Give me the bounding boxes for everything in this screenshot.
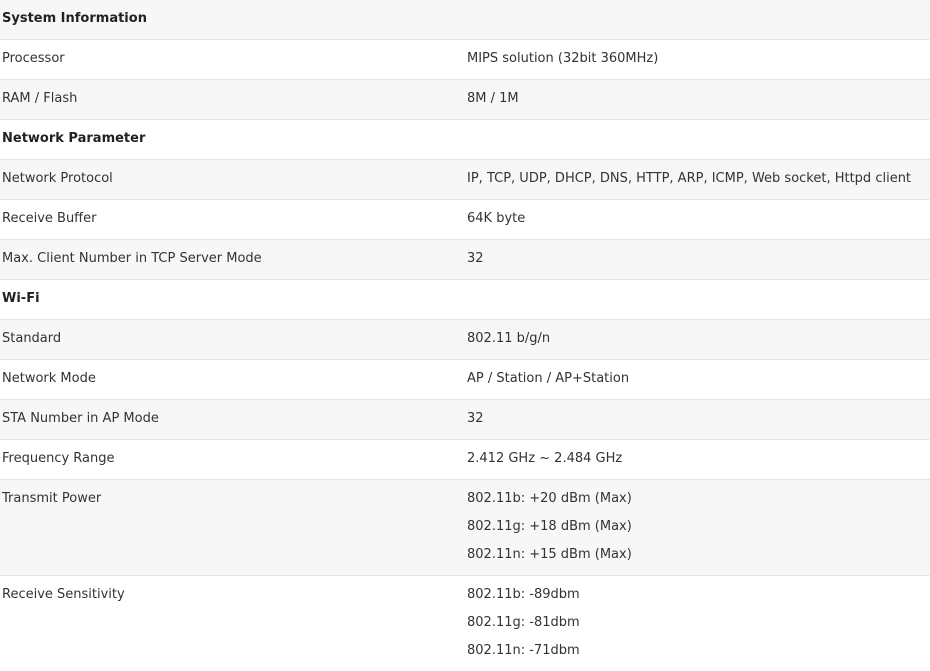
spec-value-line: 64K byte [467,205,930,233]
section-title: Network Parameter [0,120,930,160]
section-header-row: Network Parameter [0,120,930,160]
spec-row: Network ProtocolIP, TCP, UDP, DHCP, DNS,… [0,160,930,200]
spec-value-line: 802.11b: -89dbm [467,581,930,609]
spec-row: Max. Client Number in TCP Server Mode32 [0,240,930,280]
spec-value: 802.11b: +20 dBm (Max)802.11g: +18 dBm (… [465,480,930,576]
spec-value: 2.412 GHz ~ 2.484 GHz [465,440,930,480]
spec-row: Receive Sensitivity802.11b: -89dbm802.11… [0,576,930,671]
spec-value-line: 32 [467,405,930,433]
spec-label: Frequency Range [0,440,465,480]
spec-value-line: 802.11 b/g/n [467,325,930,353]
spec-value-line: AP / Station / AP+Station [467,365,930,393]
spec-label: Transmit Power [0,480,465,576]
spec-value-line: 802.11b: +20 dBm (Max) [467,485,930,513]
spec-row: Network ModeAP / Station / AP+Station [0,360,930,400]
spec-label: Standard [0,320,465,360]
spec-value-line: 8M / 1M [467,85,930,113]
spec-value-line: 802.11n: -71dbm [467,637,930,665]
spec-value: 802.11 b/g/n [465,320,930,360]
section-title: System Information [0,0,930,40]
section-header-row: Wi-Fi [0,280,930,320]
spec-row: ProcessorMIPS solution (32bit 360MHz) [0,40,930,80]
spec-label: RAM / Flash [0,80,465,120]
spec-label: Receive Sensitivity [0,576,465,671]
spec-value: AP / Station / AP+Station [465,360,930,400]
spec-value-line: 802.11g: +18 dBm (Max) [467,513,930,541]
spec-label: Network Protocol [0,160,465,200]
spec-value: MIPS solution (32bit 360MHz) [465,40,930,80]
spec-value-line: 2.412 GHz ~ 2.484 GHz [467,445,930,473]
spec-value-line: 802.11n: +15 dBm (Max) [467,541,930,569]
spec-value: 64K byte [465,200,930,240]
section-title: Wi-Fi [0,280,930,320]
spec-row: Frequency Range2.412 GHz ~ 2.484 GHz [0,440,930,480]
spec-label: STA Number in AP Mode [0,400,465,440]
spec-value-line: MIPS solution (32bit 360MHz) [467,45,930,73]
spec-value: IP, TCP, UDP, DHCP, DNS, HTTP, ARP, ICMP… [465,160,930,200]
section-header-row: System Information [0,0,930,40]
spec-value: 32 [465,240,930,280]
spec-row: STA Number in AP Mode32 [0,400,930,440]
spec-row: RAM / Flash8M / 1M [0,80,930,120]
spec-table: System InformationProcessorMIPS solution… [0,0,930,671]
spec-label: Receive Buffer [0,200,465,240]
spec-row: Standard802.11 b/g/n [0,320,930,360]
spec-value: 802.11b: -89dbm802.11g: -81dbm802.11n: -… [465,576,930,671]
spec-value: 8M / 1M [465,80,930,120]
spec-value: 32 [465,400,930,440]
spec-label: Network Mode [0,360,465,400]
spec-row: Receive Buffer64K byte [0,200,930,240]
spec-value-line: 802.11g: -81dbm [467,609,930,637]
spec-label: Max. Client Number in TCP Server Mode [0,240,465,280]
spec-row: Transmit Power802.11b: +20 dBm (Max)802.… [0,480,930,576]
spec-value-line: IP, TCP, UDP, DHCP, DNS, HTTP, ARP, ICMP… [467,165,930,193]
spec-label: Processor [0,40,465,80]
spec-value-line: 32 [467,245,930,273]
